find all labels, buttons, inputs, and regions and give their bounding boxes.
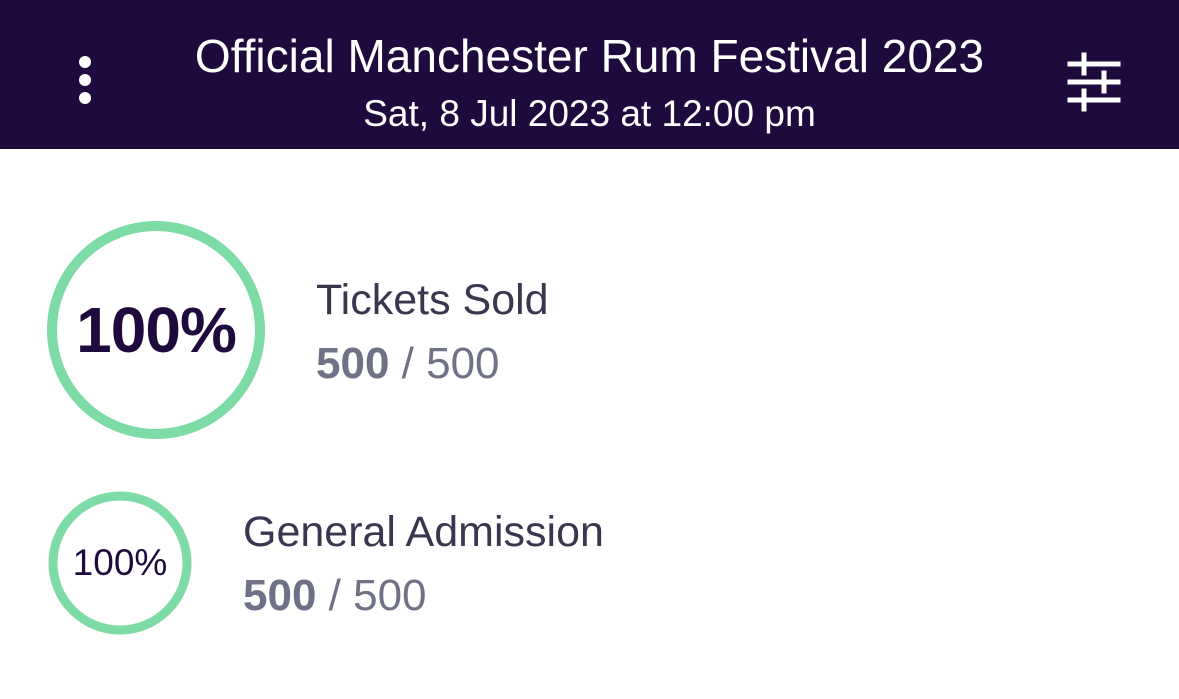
more-vertical-icon (79, 56, 91, 68)
general-admission-sold-value: 500 (243, 571, 317, 620)
tickets-total-value: 500 (426, 339, 500, 388)
general-admission-count: 500 / 500 (243, 568, 427, 624)
tickets-sold-value: 500 (316, 339, 390, 388)
event-title: Official Manchester Rum Festival 2023 (194, 30, 985, 82)
more-options-button[interactable] (60, 50, 110, 110)
general-admission-label: General Admission (243, 508, 604, 556)
more-vertical-icon-dot (79, 74, 91, 86)
event-date: Sat, 8 Jul 2023 at 12:00 pm (363, 93, 816, 134)
sliders-icon[interactable] (1062, 50, 1126, 114)
header-title-group: Official Manchester Rum Festival 2023 Sa… (140, 28, 1039, 138)
tickets-sold-percent: 100% (76, 294, 237, 366)
general-admission-total-value: 500 (353, 571, 427, 620)
app-header: Official Manchester Rum Festival 2023 Sa… (0, 0, 1179, 149)
more-vertical-icon-dot (79, 92, 91, 104)
general-admission-percent: 100% (72, 542, 168, 583)
tickets-sold-count: 500 / 500 (316, 336, 500, 392)
count-separator: / (389, 339, 427, 388)
count-separator: / (316, 571, 354, 620)
tickets-sold-label: Tickets Sold (316, 276, 549, 324)
